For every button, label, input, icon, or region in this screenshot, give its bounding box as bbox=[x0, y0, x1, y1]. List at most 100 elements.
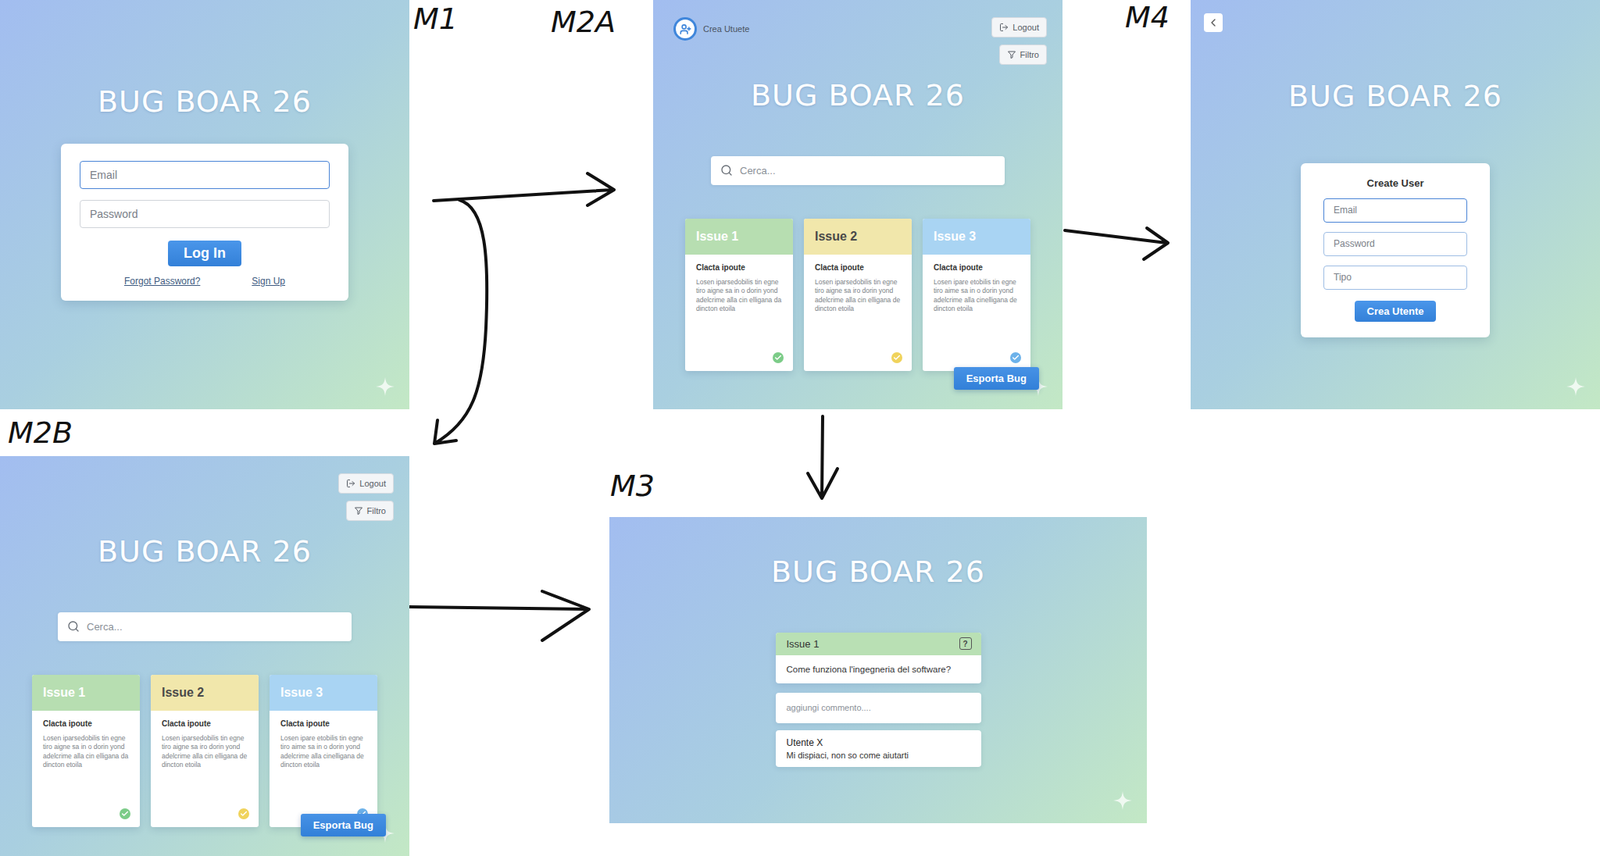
step-label: M2B bbox=[7, 417, 73, 450]
filter-button[interactable]: Filtro bbox=[999, 44, 1047, 65]
step-label: M4 bbox=[1125, 1, 1170, 35]
export-button[interactable]: Esporta Bug bbox=[300, 814, 386, 837]
issue-card[interactable]: Issue 2 Clacta ipoute Losen iparsedobilis … bbox=[150, 675, 259, 828]
login-button[interactable]: Log In bbox=[167, 240, 242, 267]
text-field[interactable]: Tipo bbox=[1323, 265, 1468, 290]
sparkle-icon bbox=[1112, 790, 1133, 811]
search-icon bbox=[720, 164, 733, 177]
issue-title: Issue 1? bbox=[775, 632, 982, 656]
issue-detail-screen: BUG BOAR 26 Issue 1?Come funziona l'ingeg… bbox=[609, 517, 1147, 824]
filter-icon bbox=[353, 506, 364, 516]
issue-card[interactable]: Issue 2Clacta ipouteLosen iparsedobilis … bbox=[803, 218, 912, 372]
login-links: Forgot Password? Sign Up bbox=[79, 275, 330, 287]
text-field[interactable]: Password bbox=[1323, 232, 1468, 257]
issue-title: Issue 3 bbox=[269, 675, 378, 711]
issue-subtitle: Clacta ipoute bbox=[161, 719, 250, 729]
app-title: BUG BOAR 26 bbox=[97, 85, 312, 119]
issue-title: Issue 2 bbox=[803, 218, 912, 255]
create-user-screen: BUG BOAR 26 Create User Email Password Tipo C… bbox=[1190, 0, 1600, 410]
back-button[interactable] bbox=[1203, 13, 1223, 33]
logout-button[interactable]: Logout bbox=[991, 17, 1047, 38]
issue-list: Issue 1Clacta ipouteLosen iparsedobilis … bbox=[32, 675, 378, 828]
check-icon bbox=[772, 352, 784, 364]
flow-diagram: M1M2AM4M2BM3BUG BOAR 26EmailPasswordLog … bbox=[0, 0, 1600, 856]
comment-field[interactable]: aggiungi commento.... bbox=[775, 692, 982, 724]
user-board-screen: LogoutFiltroBUG BOAR 26Cerca...Issue 1Cl… bbox=[0, 456, 410, 856]
issue-subtitle: Clacta ipoute bbox=[42, 719, 131, 729]
check-icon bbox=[238, 808, 250, 820]
issue-title: Issue 3 bbox=[922, 218, 1031, 255]
logout-icon bbox=[999, 22, 1009, 33]
issue-text: Losen iparsedobilis tin egne tiro aigne … bbox=[814, 278, 903, 315]
arrow-admin-to-detail bbox=[807, 416, 838, 499]
issue-card[interactable]: Issue 1Clacta ipouteLosen iparsedobilis … bbox=[32, 675, 140, 828]
create-user-link[interactable]: Crea Utuete bbox=[673, 17, 750, 41]
logout-button[interactable]: Logout bbox=[338, 473, 394, 494]
issue-subtitle: Clacta ipoute bbox=[280, 719, 368, 729]
form-title: Create User bbox=[1323, 177, 1468, 190]
board-screen: LogoutFiltroBUG BOAR 26Cerca...Issue 1Cl… bbox=[0, 456, 410, 856]
issue-subtitle: Clacta ipoute bbox=[696, 263, 784, 272]
check-icon bbox=[891, 352, 903, 364]
issue-card[interactable]: Issue 1 Clacta ipoute Losen iparsedobilis … bbox=[685, 218, 793, 372]
issue-title: Issue 2 bbox=[150, 675, 259, 711]
arrow-admin-to-create-user bbox=[1064, 228, 1168, 260]
issue-text: Losen iparsedobilis tin egne tiro aigne … bbox=[161, 734, 250, 771]
text-field[interactable]: Email bbox=[79, 160, 330, 190]
toolbar: Logout Filtro bbox=[338, 473, 394, 522]
search-field[interactable]: Cerca... bbox=[710, 156, 1005, 186]
issue-text: Losen iparsedobilis tin egne tiro aigne … bbox=[696, 278, 784, 315]
form-fields: Email Password Tipo bbox=[1323, 198, 1468, 290]
logout-icon bbox=[346, 478, 356, 489]
issue-text: Losen iparsedobilis tin egne tiro aigne … bbox=[42, 734, 131, 771]
top-bar: Logout Filtro bbox=[0, 473, 410, 522]
screen-background: BUG BOAR 26 Email Password Log In Forgot Pas… bbox=[0, 0, 410, 410]
comment: Utente XMi dispiaci, non so come aiutart… bbox=[775, 730, 982, 768]
text-field[interactable]: Password bbox=[79, 200, 330, 229]
issue-text: Losen ipare etobilis tin egne tiro aime … bbox=[933, 278, 1022, 315]
issue-card[interactable]: Issue 3 Clacta ipoute Losen ipare etobilis… bbox=[269, 675, 378, 828]
issue-body: Clacta ipoute Losen ipare etobilis tin eg… bbox=[269, 710, 378, 828]
sparkle-icon bbox=[375, 376, 396, 397]
check-icon bbox=[119, 808, 131, 820]
issue-body: Clacta ipouteLosen iparsedobilis tin egn… bbox=[803, 254, 912, 372]
comment-text: Mi dispiaci, non so come aiutarti bbox=[786, 750, 971, 761]
create-user-label: Crea Utuete bbox=[703, 24, 750, 34]
text-field[interactable]: Email bbox=[1323, 198, 1468, 223]
app-title: BUG BOAR 26 bbox=[750, 79, 965, 113]
login-fields: Email Password bbox=[79, 160, 330, 229]
issue-body: Clacta ipoute Losen iparsedobilis tin egn… bbox=[32, 710, 140, 828]
toolbar: Logout Filtro bbox=[991, 17, 1047, 65]
arrow-login-to-user bbox=[434, 200, 487, 444]
check-icon bbox=[1010, 352, 1022, 364]
step-label: M1 bbox=[413, 3, 458, 36]
screen-background: BUG BOAR 26 Issue 1?Come funziona l'ingeg… bbox=[609, 517, 1147, 824]
issue-title: Issue 1 bbox=[685, 218, 793, 255]
text-link[interactable]: Forgot Password? bbox=[124, 275, 200, 287]
issue-card[interactable]: Issue 3 Clacta ipoute Losen ipare etobilis… bbox=[922, 218, 1031, 372]
filter-button[interactable]: Filtro bbox=[346, 500, 394, 522]
admin-board-screen: Crea Utuete Logout Filtro BUG BOAR 26 Cerca.… bbox=[653, 0, 1063, 410]
help-button[interactable]: ? bbox=[959, 637, 972, 650]
step-label: M2A bbox=[550, 6, 616, 40]
board-screen: Crea Utuete Logout Filtro BUG BOAR 26 Cerca.… bbox=[653, 0, 1063, 410]
search-icon bbox=[67, 620, 80, 633]
login-screen: BUG BOAR 26 Email Password Log In Forgot Pas… bbox=[0, 0, 410, 410]
issue-detail-card: Issue 1?Come funziona l'ingegneria del s… bbox=[775, 632, 982, 684]
arrow-user-to-detail bbox=[409, 591, 590, 641]
issue-subtitle: Clacta ipoute bbox=[933, 263, 1022, 272]
export-button[interactable]: Esporta Bug bbox=[953, 367, 1040, 390]
text-link[interactable]: Sign Up bbox=[251, 275, 286, 287]
sparkle-icon bbox=[1565, 376, 1586, 397]
arrow-login-to-admin bbox=[433, 173, 615, 206]
screen-background: BUG BOAR 26 Create User Email Password Tipo C… bbox=[1190, 0, 1600, 410]
create-user-button[interactable]: Crea Utente bbox=[1354, 300, 1437, 322]
issue-text: Losen ipare etobilis tin egne tiro aime … bbox=[280, 734, 368, 771]
search-field[interactable]: Cerca... bbox=[57, 612, 352, 642]
app-title: BUG BOAR 26 bbox=[771, 556, 986, 590]
issue-body: Clacta ipoute Losen ipare etobilis tin eg… bbox=[922, 254, 1031, 372]
app-title: BUG BOAR 26 bbox=[1288, 80, 1503, 114]
issue-list: Issue 1Clacta ipouteLosen iparsedobilis … bbox=[685, 218, 1031, 372]
chevron-left-icon bbox=[1207, 16, 1220, 29]
login-card: Email Password Log In Forgot Password? Sign … bbox=[60, 143, 349, 301]
